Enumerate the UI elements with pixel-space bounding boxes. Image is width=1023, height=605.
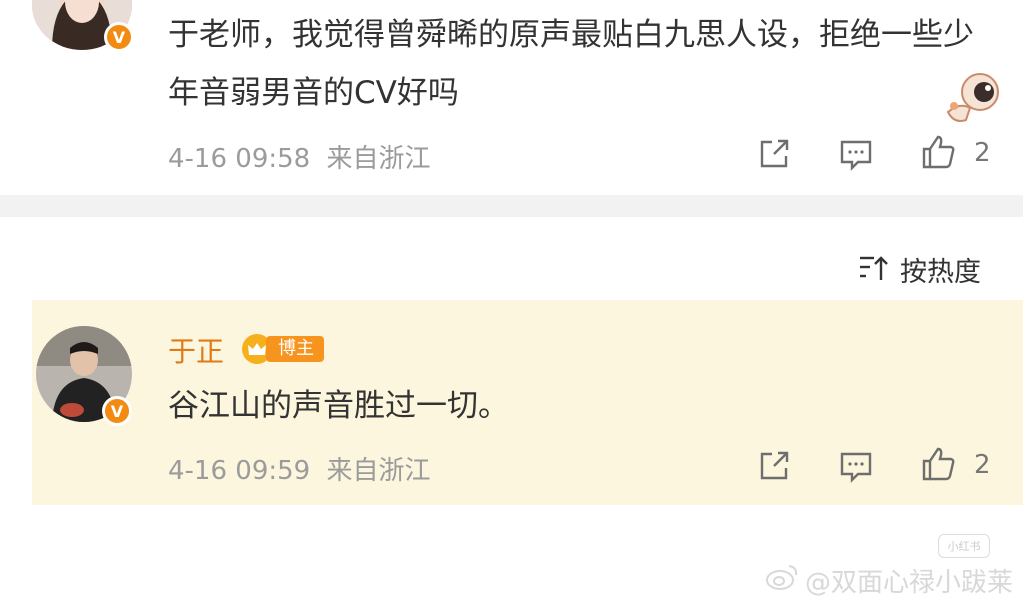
watermark-text: @双面心禄小跋莱 [805,568,1014,598]
post-location: 来自浙江 [326,144,431,174]
watermark-mini: 小红书 [938,534,990,558]
author-reply-card: V 于正 博主 谷江山的声音胜过一切。 4-16 09:59 来自浙江 2 [32,300,1023,505]
blogger-badge: 博主 [242,334,324,364]
post-text: 于老师，我觉得曾舜晞的原声最贴白九思人设，拒绝一些少年音弱男音的CV好吗 [168,17,974,111]
reply-timestamp: 4-16 09:59 [168,456,311,486]
watermark: @双面心禄小跋莱 [765,562,1013,599]
like-count: 2 [974,138,991,168]
reply-meta: 4-16 09:59 来自浙江 [168,450,430,487]
like-count: 2 [974,450,991,480]
blogger-badge-label: 博主 [266,336,324,362]
astronaut-sticker-icon [940,68,1004,128]
share-icon[interactable] [756,136,792,172]
post-meta: 4-16 09:58 来自浙江 [168,138,430,175]
sort-by-hot-button[interactable]: 按热度 [858,250,981,289]
share-icon[interactable] [756,448,792,484]
sort-icon [858,254,890,286]
comment-icon[interactable] [838,448,874,484]
post-card: V 于老师，我觉得曾舜晞的原声最贴白九思人设，拒绝一些少年音弱男音的CV好吗 4… [0,0,1023,195]
reply-text: 谷江山的声音胜过一切。 [168,388,509,424]
verified-badge-icon: V [102,396,132,426]
thumbs-up-icon[interactable] [920,445,956,481]
post-timestamp: 4-16 09:58 [168,144,311,174]
thumbs-up-icon[interactable] [920,133,956,169]
reply-location: 来自浙江 [326,456,431,486]
section-divider [0,195,1023,217]
comment-icon[interactable] [838,136,874,172]
reply-author-name[interactable]: 于正 [168,330,224,370]
verified-badge-icon: V [104,22,134,52]
sort-label: 按热度 [900,257,981,288]
weibo-logo-icon [765,563,799,598]
